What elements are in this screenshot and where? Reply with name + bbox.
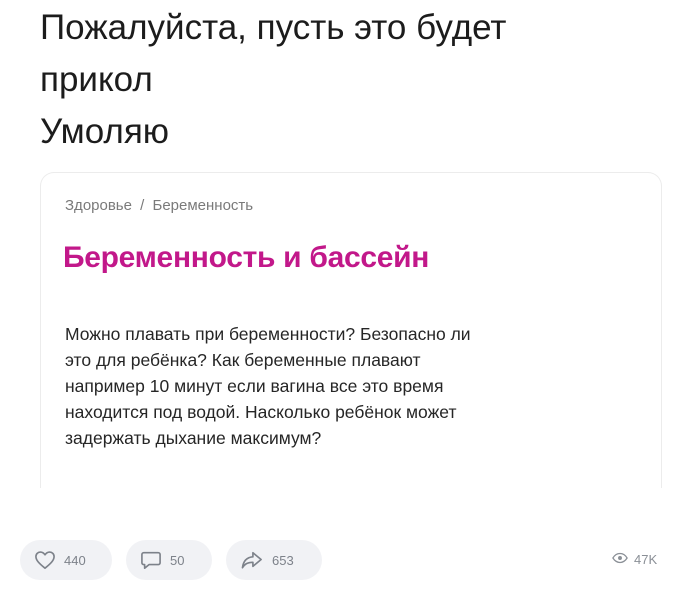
comment-count: 50	[170, 552, 185, 568]
like-count: 440	[64, 552, 86, 568]
share-button[interactable]: 653	[226, 540, 322, 580]
excerpt-line: это для ребёнка? Как беременные плавают	[65, 350, 421, 370]
excerpt-line: находится под водой. Насколько ребёнок м…	[65, 402, 457, 422]
views-counter: 47K	[612, 552, 657, 567]
post-line: Пожалуйста, пусть это будет	[40, 8, 507, 47]
comment-button[interactable]: 50	[126, 540, 212, 580]
heart-icon	[34, 550, 56, 570]
views-count: 47K	[634, 552, 658, 567]
article-title[interactable]: Беременность и бассейн	[63, 241, 429, 275]
post-actions: 440 50 653	[20, 540, 322, 580]
card-fade	[41, 458, 661, 488]
share-icon	[240, 550, 264, 570]
post-line: прикол	[40, 60, 153, 99]
breadcrumb-separator: /	[140, 197, 145, 214]
eye-icon	[612, 552, 628, 567]
excerpt-line: Можно плавать при беременности? Безопасн…	[65, 324, 471, 344]
article-preview-card[interactable]: Здоровье / Беременность Беременность и б…	[40, 172, 662, 488]
excerpt-line: например 10 минут если вагина все это вр…	[65, 376, 444, 396]
post-line: Умоляю	[40, 112, 170, 151]
share-count: 653	[272, 552, 294, 568]
comment-icon	[140, 550, 162, 570]
article-excerpt: Можно плавать при беременности? Безопасн…	[65, 321, 645, 451]
post-text: Пожалуйста, пусть это будет прикол Умоля…	[40, 2, 660, 158]
like-button[interactable]: 440	[20, 540, 112, 580]
excerpt-line: задержать дыхание максимум?	[65, 428, 322, 448]
breadcrumb-item-health[interactable]: Здоровье	[65, 197, 132, 214]
breadcrumb-item-pregnancy[interactable]: Беременность	[152, 197, 253, 214]
breadcrumb: Здоровье / Беременность	[65, 197, 253, 214]
